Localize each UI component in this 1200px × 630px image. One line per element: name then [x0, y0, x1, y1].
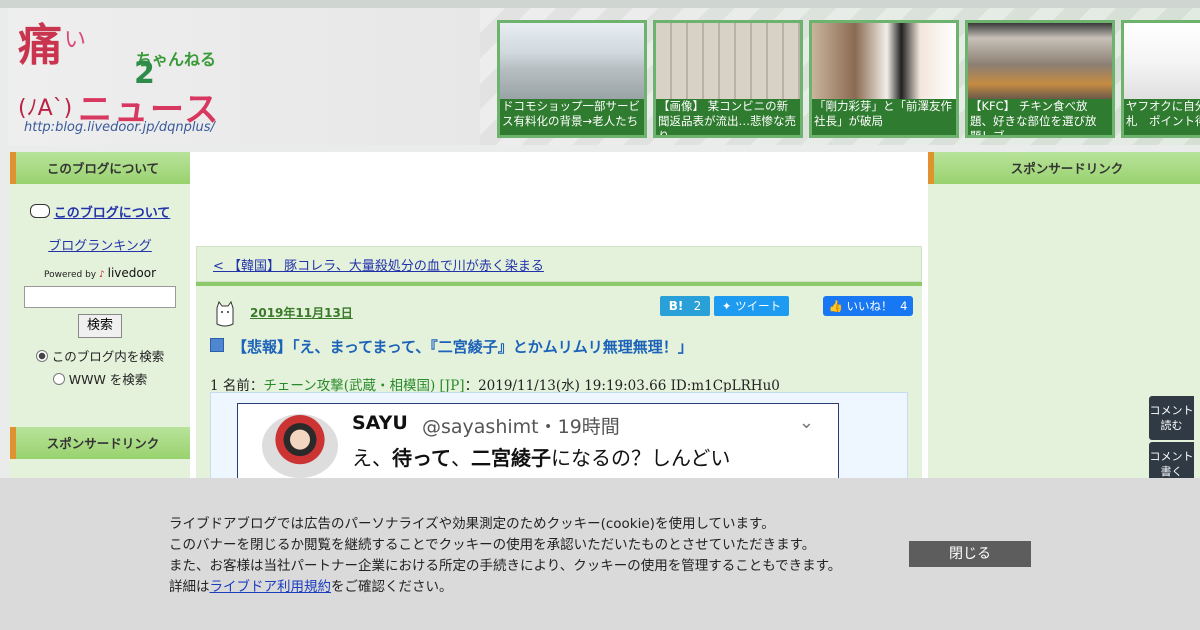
cookie-line-prefix: 詳細は — [169, 579, 210, 595]
thumb-card[interactable]: ドコモショップ一部サービス有料化の背景→老人たち — [497, 20, 647, 138]
blog-header: 痛 い ちゃんねる 2 (ﾉA`) ニュース http:blog.livedoo… — [8, 8, 1200, 145]
cookie-line: また、お客様は当社パートナー企業における所定の手続きにより、クッキーの使用を管理… — [169, 558, 842, 574]
logo-face: (ﾉA`) — [18, 96, 73, 121]
radio-www-label: WWW を検索 — [68, 372, 148, 387]
cookie-text: ライブドアブログでは広告のパーソナライズや効果測定のためクッキー(cookie)… — [169, 514, 841, 598]
thumb-caption: 「剛力彩芽」と「前澤友作社長」が破局 — [814, 99, 952, 128]
tweet-text: え、待って、二宮綾子になるの？しんどい — [352, 442, 730, 471]
thumb-image — [1124, 23, 1200, 99]
tweet-button[interactable]: ✦ ツイート — [714, 296, 789, 316]
thumb-card[interactable]: 【画像】 某コンビニの新聞返品表が流出…悲惨な売り — [653, 20, 803, 138]
ranking-link[interactable]: ブログランキング — [10, 235, 190, 254]
powered-by-label: Powered by — [43, 270, 97, 280]
cookie-banner: ライブドアブログでは広告のパーソナライズや効果測定のためクッキー(cookie)… — [0, 478, 1200, 630]
article-title-text: 【悲報】「え、まってまって、『二宮綾子』とかムリムリ無理無理！」 — [232, 338, 693, 356]
close-button[interactable]: 閉じる — [909, 541, 1031, 567]
thumb-card[interactable]: ヤフオクに自分で出品で落札 ポイント得 — [1121, 20, 1200, 138]
thumbnail-strip: ドコモショップ一部サービス有料化の背景→老人たち 【画像】 某コンビニの新聞返品… — [497, 20, 1200, 142]
cookie-line: このバナーを閉じるか閲覧を継続することでクッキーの使用を承認いただいたものとさせ… — [169, 537, 816, 553]
thumb-caption: ヤフオクに自分で出品で落札 ポイント得 — [1126, 99, 1200, 128]
tweet-text-part: え、 — [352, 446, 392, 470]
read-comments-button[interactable]: コメント読む — [1149, 396, 1194, 440]
about-header: このブログについて — [10, 152, 190, 184]
search-input[interactable] — [24, 286, 176, 308]
cookie-line-suffix: をご確認ください。 — [331, 579, 453, 595]
radio-www-search[interactable]: WWW を検索 — [10, 369, 190, 388]
tweet-text-part: になるの？しんどい — [551, 446, 731, 470]
radio-unchecked-icon — [52, 373, 65, 385]
logo-kanji: 痛 — [18, 20, 62, 71]
thumb-image — [812, 23, 956, 99]
tweet-label: ツイート — [735, 299, 782, 313]
left-sponsor-header: スポンサードリンク — [10, 427, 190, 459]
blog-icon — [29, 204, 50, 218]
tweet-text-bold: 二宮綾子 — [471, 446, 551, 470]
thumb-image — [500, 23, 644, 99]
hatena-bookmark-button[interactable]: B! 2 — [660, 296, 710, 316]
embedded-tweet-wrapper: SAYU @sayashimt・19時間 ⌄ え、待って、二宮綾子になるの？しん… — [210, 392, 908, 485]
tweet-author-handle: @sayashimt・19時間 — [422, 416, 620, 438]
facebook-like-button[interactable]: 👍 いいね！ 4 — [823, 296, 913, 316]
cookie-line: ライブドアブログでは広告のパーソナライズや効果測定のためクッキー(cookie)… — [169, 516, 775, 532]
avatar — [262, 414, 338, 478]
search-button[interactable]: 検索 — [78, 314, 122, 338]
thumb-caption: ドコモショップ一部サービス有料化の背景→老人たち — [502, 99, 640, 128]
livedoor-logo-icon: ♪ — [99, 270, 105, 280]
top-strip — [0, 0, 1200, 8]
livedoor-brand: livedoor — [107, 266, 157, 280]
logo-small: い — [64, 28, 87, 53]
thumb-card[interactable]: 【KFC】 チキン食べ放題、好きな部位を選び放題！ブ — [965, 20, 1115, 138]
about-link[interactable]: このブログについて — [54, 206, 171, 221]
title-bullet-icon — [210, 338, 224, 352]
thumb-image — [968, 23, 1112, 99]
thumb-image — [656, 23, 800, 99]
prev-article-box: < 【韓国】 豚コレラ、大量殺処分の血で川が赤く染まる — [196, 246, 922, 282]
thumb-caption: 【KFC】 チキン食べ放題、好きな部位を選び放題！ブ — [970, 99, 1097, 138]
post-date[interactable]: 2019年11月13日 — [250, 304, 353, 321]
terms-link[interactable]: ライブドア利用規約 — [210, 579, 332, 595]
hatena-count: 2 — [693, 299, 702, 313]
article-title[interactable]: 【悲報】「え、まってまって、『二宮綾子』とかムリムリ無理無理！」 — [210, 336, 693, 357]
like-count: 4 — [900, 299, 908, 313]
cat-icon — [216, 300, 234, 327]
hatena-label: B! — [668, 299, 684, 313]
embedded-tweet[interactable]: SAYU @sayashimt・19時間 ⌄ え、待って、二宮綾子になるの？しん… — [237, 403, 839, 485]
radio-checked-icon — [35, 350, 48, 362]
logo-url: http:blog.livedoor.jp/dqnplus/ — [24, 120, 215, 135]
thumb-card[interactable]: 「剛力彩芽」と「前澤友作社長」が破局 — [809, 20, 959, 138]
about-section: このブログについて ブログランキング Powered by ♪ livedoor… — [10, 184, 190, 388]
tweet-author-name: SAYU — [352, 412, 408, 434]
prev-article-link[interactable]: < 【韓国】 豚コレラ、大量殺処分の血で川が赤く染まる — [213, 255, 544, 274]
radio-blog-search[interactable]: このブログ内を検索 — [10, 346, 190, 365]
tweet-text-bold: 待って — [392, 446, 451, 470]
powered-by[interactable]: Powered by ♪ livedoor — [10, 266, 190, 280]
chevron-down-icon[interactable]: ⌄ — [799, 412, 814, 433]
radio-blog-label: このブログ内を検索 — [51, 349, 165, 364]
blog-logo[interactable]: 痛 い ちゃんねる 2 (ﾉA`) ニュース http:blog.livedoo… — [16, 18, 236, 138]
right-sponsor-header: スポンサードリンク — [928, 152, 1200, 184]
tweet-text-part: 、 — [451, 446, 471, 470]
like-label: いいね！ — [846, 299, 893, 313]
cookie-line: 詳細はライブドア利用規約をご確認ください。 — [169, 577, 841, 598]
thumbs-up-icon: 👍 — [828, 299, 843, 313]
post-meta: 1 名前：チェーン攻撃(武蔵・相模国) [JP]：2019/11/13(水) 1… — [210, 374, 780, 394]
twitter-bird-icon: ✦ — [721, 299, 732, 313]
thumb-caption: 【画像】 某コンビニの新聞返品表が流出…悲惨な売り — [658, 99, 796, 138]
